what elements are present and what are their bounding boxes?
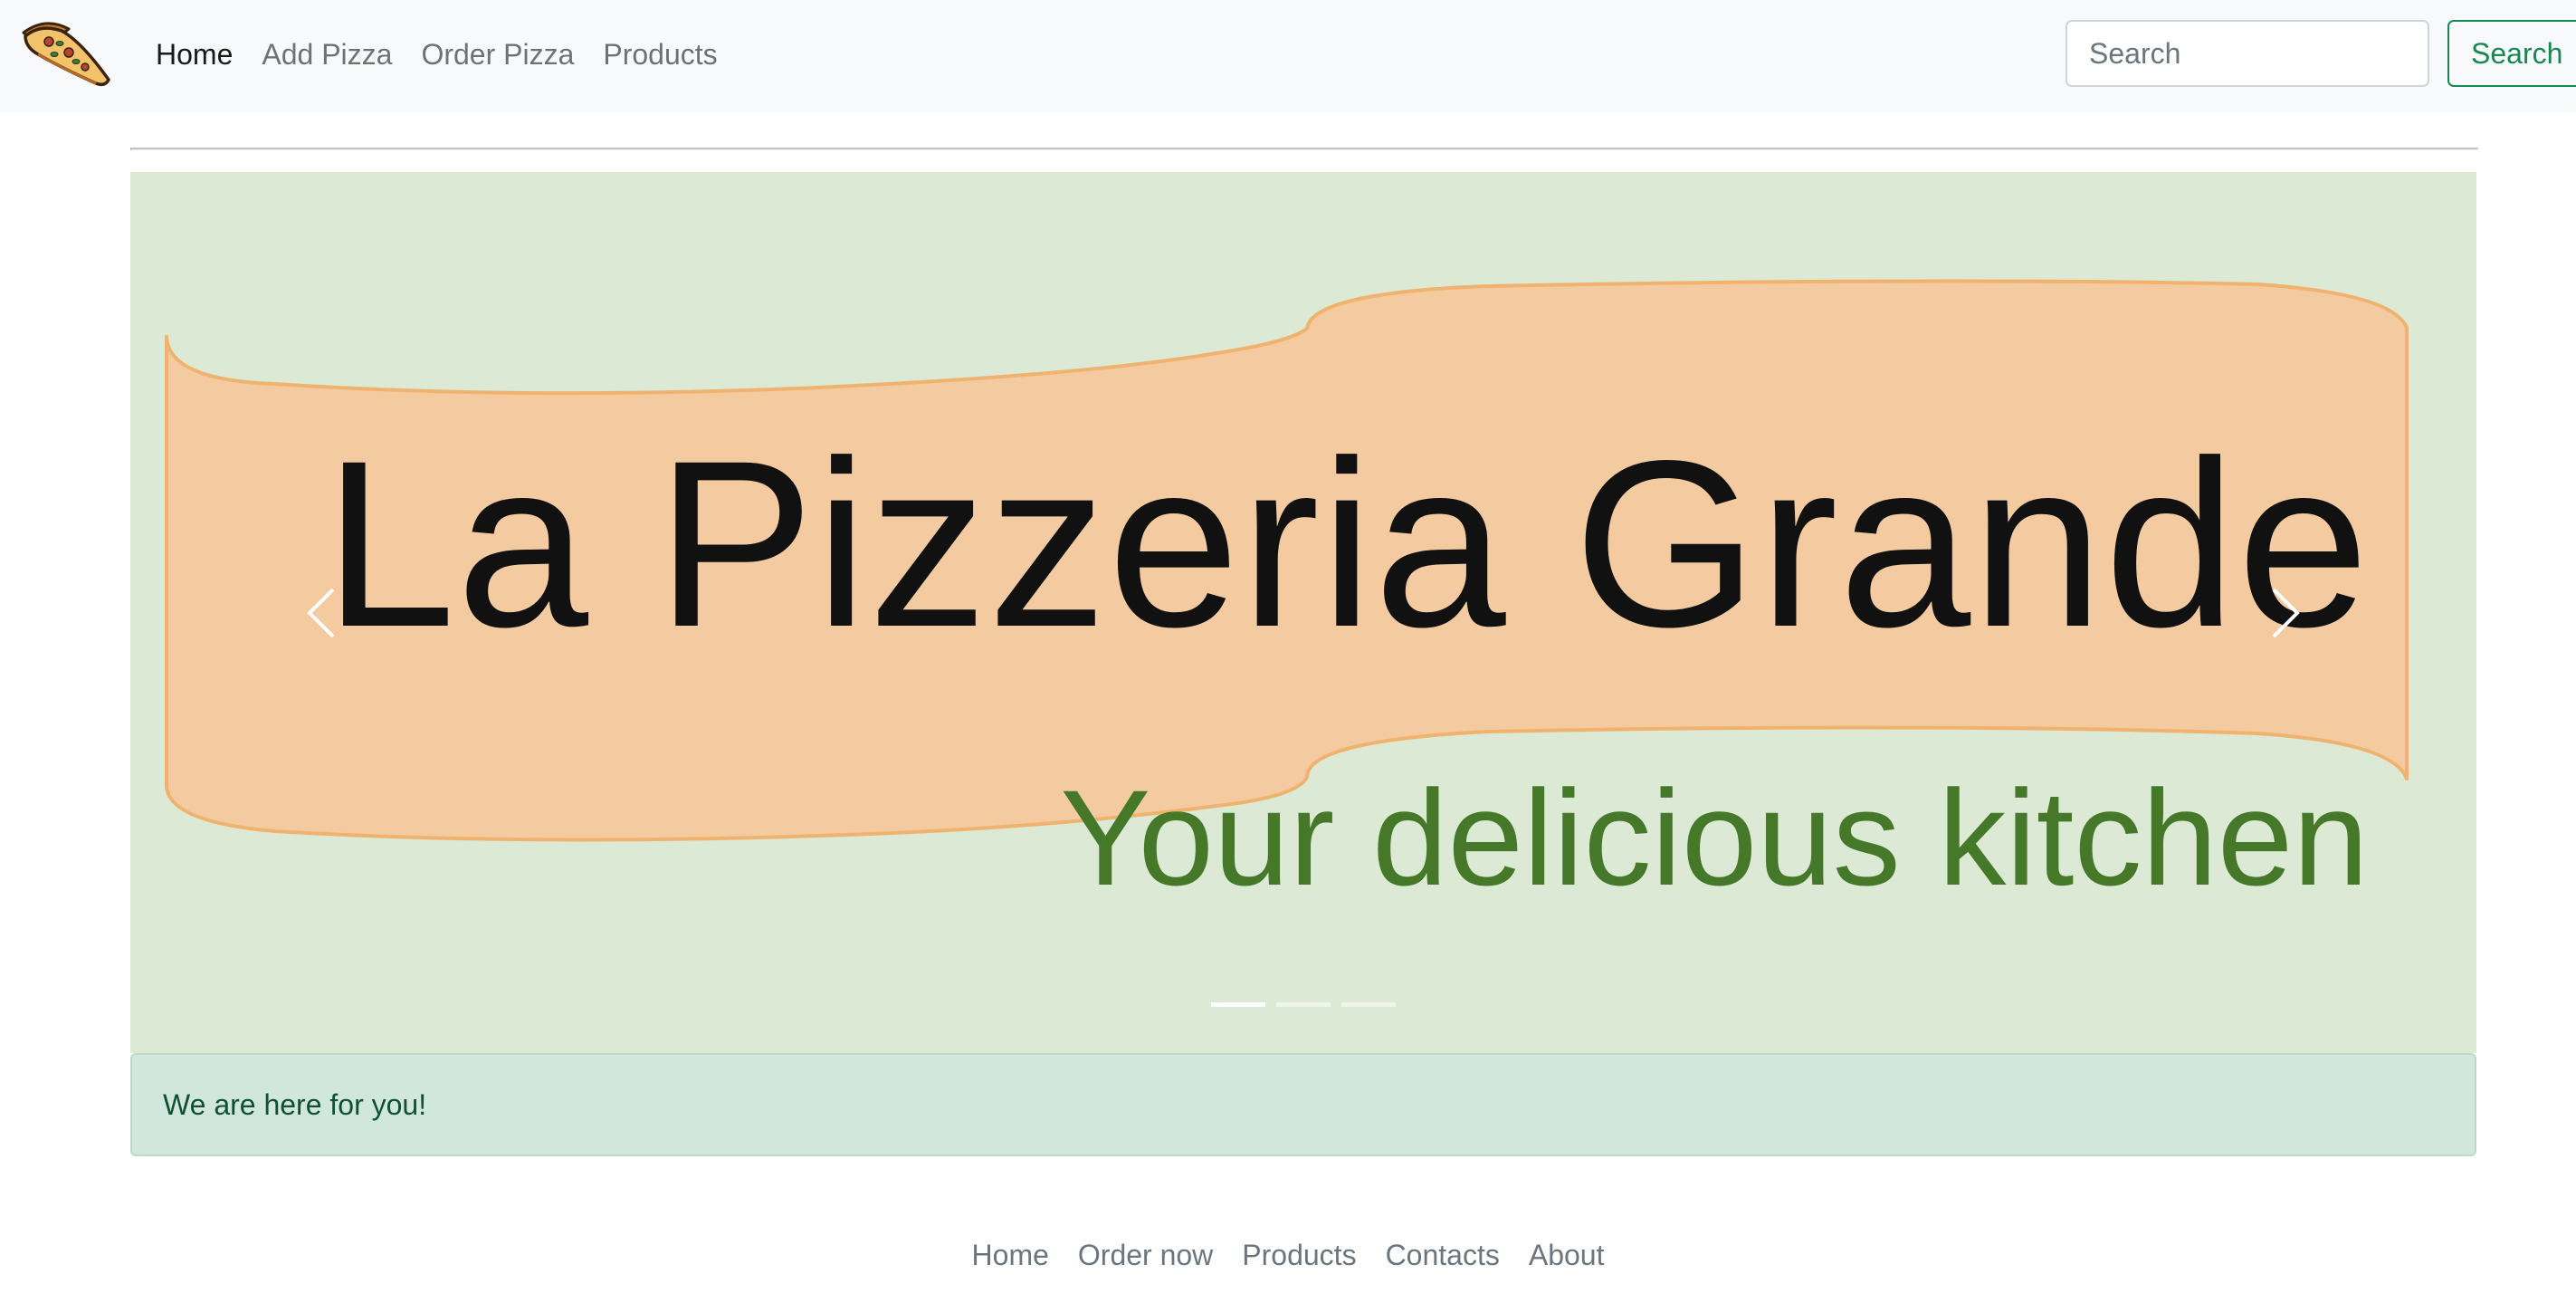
footer-nav: Home Order now Products Contacts About	[0, 1240, 2576, 1293]
carousel-indicator-3[interactable]	[1341, 1002, 1396, 1007]
nav-link-order-pizza[interactable]: Order Pizza	[406, 40, 588, 69]
carousel-next-button[interactable]	[2142, 172, 2431, 1053]
footer-link-home[interactable]: Home	[958, 1240, 1064, 1269]
carousel-indicator-1[interactable]	[1211, 1002, 1265, 1007]
footer-link-order-now[interactable]: Order now	[1064, 1240, 1227, 1269]
pizza-slice-icon[interactable]	[18, 14, 116, 91]
carousel-prev-button[interactable]	[176, 172, 465, 1053]
nav-link-products[interactable]: Products	[588, 40, 731, 69]
search-input[interactable]	[2066, 20, 2429, 87]
footer-link-products[interactable]: Products	[1227, 1240, 1370, 1269]
hero-carousel: La Pizzeria Grande Your delicious kitche…	[130, 172, 2476, 1053]
divider	[130, 148, 2478, 150]
chevron-right-icon	[2272, 588, 2300, 637]
main-nav: Home Add Pizza Order Pizza Products	[141, 0, 732, 109]
carousel-indicators	[130, 1002, 2476, 1007]
banner-title: La Pizzeria Grande	[323, 411, 2371, 676]
nav-link-add-pizza[interactable]: Add Pizza	[247, 40, 406, 69]
alert-text: We are here for you!	[163, 1087, 427, 1121]
carousel-indicator-2[interactable]	[1276, 1002, 1331, 1007]
chevron-left-icon	[307, 588, 335, 637]
info-alert: We are here for you!	[130, 1053, 2476, 1156]
footer-link-about[interactable]: About	[1514, 1240, 1619, 1269]
footer-link-contacts[interactable]: Contacts	[1371, 1240, 1514, 1269]
nav-link-home[interactable]: Home	[141, 40, 247, 69]
top-navbar: Home Add Pizza Order Pizza Products Sear…	[0, 0, 2576, 112]
search-button[interactable]: Search	[2447, 20, 2576, 87]
brand-logo-graphic	[22, 22, 110, 87]
